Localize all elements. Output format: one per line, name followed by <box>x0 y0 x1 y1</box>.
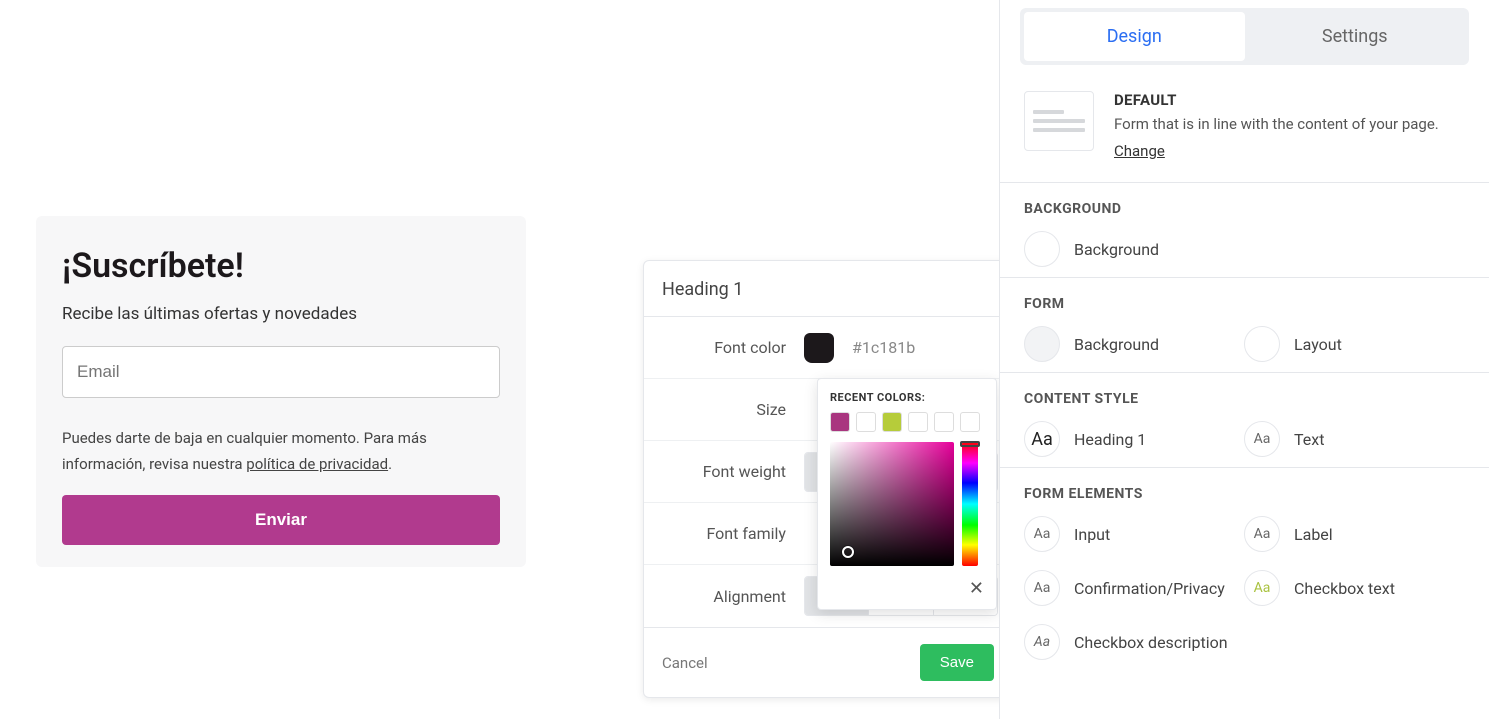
preview-subtitle: Recibe las últimas ofertas y novedades <box>62 304 500 324</box>
aa-icon: Aa <box>1024 624 1060 660</box>
thumb-line <box>1033 119 1085 123</box>
recent-swatch-1[interactable] <box>830 412 850 432</box>
color-chip-icon <box>1024 326 1060 362</box>
label-font-family: Font family <box>644 524 804 543</box>
default-heading: DEFAULT <box>1114 91 1439 109</box>
submit-button[interactable]: Enviar <box>62 495 500 545</box>
section-background-items: Background <box>1024 231 1465 267</box>
label-font-color: Font color <box>644 338 804 357</box>
hue-handle[interactable] <box>960 441 980 447</box>
email-field[interactable] <box>62 346 500 398</box>
aa-icon: Aa <box>1024 570 1060 606</box>
recent-swatch-5[interactable] <box>934 412 954 432</box>
aa-icon: Aa <box>1244 421 1280 457</box>
recent-colors-row <box>830 412 984 432</box>
save-button[interactable]: Save <box>920 644 994 681</box>
style-label: Checkbox description <box>1074 633 1228 652</box>
style-item-form-background[interactable]: Background <box>1024 326 1234 362</box>
popup-title: Heading 1 <box>644 261 1012 317</box>
font-color-hex: #1c181b <box>852 338 915 357</box>
label-font-weight: Font weight <box>644 462 804 481</box>
section-form-elements: FORM ELEMENTS Aa Input Aa Label Aa Confi… <box>1000 468 1489 670</box>
style-item-checkbox-text[interactable]: Aa Checkbox text <box>1244 570 1454 606</box>
default-layout-block: DEFAULT Form that is in line with the co… <box>1000 65 1489 183</box>
form-preview-card: ¡Suscríbete! Recibe las últimas ofertas … <box>36 216 526 567</box>
style-label: Background <box>1074 240 1159 259</box>
preview-heading: ¡Suscríbete! <box>62 246 500 286</box>
style-label: Background <box>1074 335 1159 354</box>
thumb-line <box>1033 128 1085 132</box>
aa-icon: Aa <box>1244 516 1280 552</box>
section-content-style-head: CONTENT STYLE <box>1024 391 1465 407</box>
popup-footer: Cancel Save <box>644 627 1012 697</box>
tab-design[interactable]: Design <box>1024 12 1245 61</box>
design-sidebar: Design Settings DEFAULT Form that is in … <box>999 0 1489 719</box>
label-alignment: Alignment <box>644 587 804 606</box>
recent-swatch-2[interactable] <box>856 412 876 432</box>
style-item-form-layout[interactable]: Layout <box>1244 326 1454 362</box>
tabs-container: Design Settings <box>1000 0 1489 65</box>
style-item-heading1[interactable]: Aa Heading 1 <box>1024 421 1234 457</box>
section-form-elements-items: Aa Input Aa Label Aa Confirmation/Privac… <box>1024 516 1465 660</box>
recent-swatch-3[interactable] <box>882 412 902 432</box>
style-item-label[interactable]: Aa Label <box>1244 516 1454 552</box>
row-font-color: Font color #1c181b <box>644 317 1012 379</box>
style-label: Label <box>1294 525 1333 544</box>
section-content-style: CONTENT STYLE Aa Heading 1 Aa Text <box>1000 373 1489 468</box>
change-link[interactable]: Change <box>1114 142 1165 160</box>
layout-chip-icon <box>1244 326 1280 362</box>
hue-slider[interactable] <box>962 442 978 566</box>
style-item-input[interactable]: Aa Input <box>1024 516 1234 552</box>
style-item-background[interactable]: Background <box>1024 231 1234 267</box>
style-item-confirmation-privacy[interactable]: Aa Confirmation/Privacy <box>1024 570 1234 606</box>
color-picker-main <box>830 442 984 566</box>
aa-icon: Aa <box>1024 421 1060 457</box>
tab-settings[interactable]: Settings <box>1245 12 1466 61</box>
style-item-text[interactable]: Aa Text <box>1244 421 1454 457</box>
privacy-text: Puedes darte de baja en cualquier moment… <box>62 426 500 477</box>
color-chip-icon <box>1024 231 1060 267</box>
style-label: Text <box>1294 430 1324 449</box>
default-description: Form that is in line with the content of… <box>1114 115 1439 133</box>
section-form: FORM Background Layout <box>1000 278 1489 373</box>
color-handle[interactable] <box>842 546 854 558</box>
recent-colors-label: RECENT COLORS: <box>830 391 984 404</box>
close-icon[interactable]: ✕ <box>830 578 984 599</box>
thumb-line <box>1033 110 1064 114</box>
aa-icon: Aa <box>1244 570 1280 606</box>
layout-thumbnail <box>1024 91 1094 151</box>
section-form-elements-head: FORM ELEMENTS <box>1024 486 1465 502</box>
cancel-button[interactable]: Cancel <box>662 654 708 672</box>
style-item-checkbox-description[interactable]: Aa Checkbox description <box>1024 624 1234 660</box>
tabs: Design Settings <box>1020 8 1469 65</box>
color-picker-popover: RECENT COLORS: ✕ <box>817 378 997 610</box>
style-label: Heading 1 <box>1074 430 1146 449</box>
style-label: Confirmation/Privacy <box>1074 579 1225 598</box>
section-background-head: BACKGROUND <box>1024 201 1465 217</box>
recent-swatch-4[interactable] <box>908 412 928 432</box>
label-size: Size <box>644 400 804 419</box>
privacy-link[interactable]: política de privacidad <box>246 455 388 473</box>
default-text: DEFAULT Form that is in line with the co… <box>1114 91 1439 160</box>
recent-swatch-6[interactable] <box>960 412 980 432</box>
font-color-swatch[interactable] <box>804 333 834 363</box>
style-label: Input <box>1074 525 1110 544</box>
section-content-style-items: Aa Heading 1 Aa Text <box>1024 421 1465 457</box>
style-label: Checkbox text <box>1294 579 1395 598</box>
style-label: Layout <box>1294 335 1342 354</box>
privacy-suffix: . <box>388 455 392 473</box>
section-form-items: Background Layout <box>1024 326 1465 362</box>
value-font-color[interactable]: #1c181b <box>804 333 998 363</box>
aa-icon: Aa <box>1024 516 1060 552</box>
color-saturation-area[interactable] <box>830 442 954 566</box>
section-background: BACKGROUND Background <box>1000 183 1489 278</box>
section-form-head: FORM <box>1024 296 1465 312</box>
